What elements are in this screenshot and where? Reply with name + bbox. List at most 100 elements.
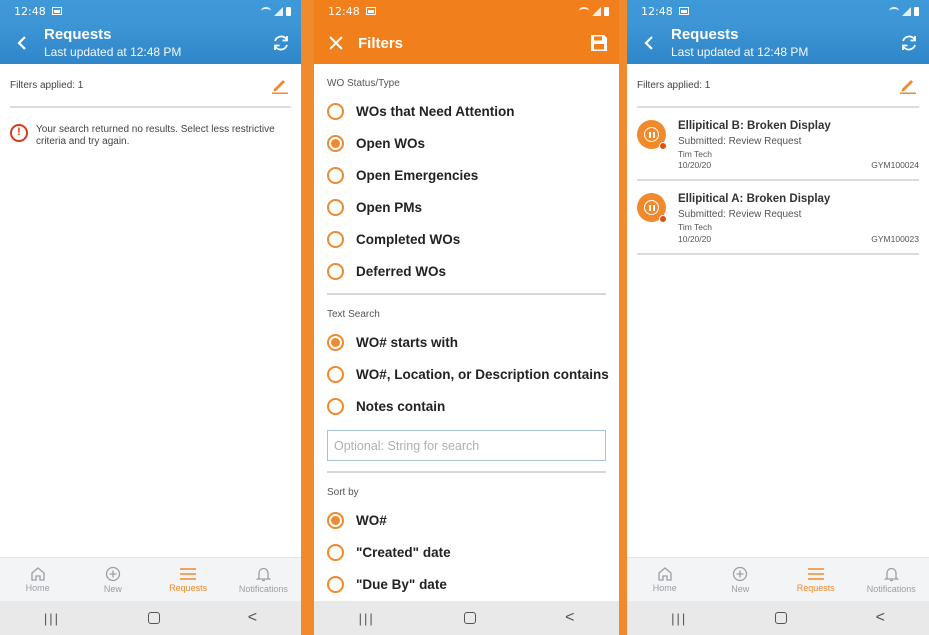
radio-label: Open Emergencies bbox=[356, 167, 479, 183]
system-nav-bar: ||| < bbox=[314, 601, 619, 635]
radio-notes-contain[interactable]: Notes contain bbox=[314, 390, 619, 422]
image-notification-icon bbox=[51, 7, 62, 15]
radio-button bbox=[327, 166, 344, 184]
paused-status-icon bbox=[637, 120, 667, 150]
radio-deferred-wos[interactable]: Deferred WOs bbox=[314, 255, 619, 287]
radio-sort-wo[interactable]: WO# bbox=[314, 504, 619, 536]
radio-label: WOs that Need Attention bbox=[356, 103, 515, 119]
request-id: GYM100023 bbox=[871, 233, 919, 244]
back-arrow-icon[interactable] bbox=[0, 22, 44, 64]
back-arrow-icon[interactable] bbox=[627, 22, 671, 64]
request-title: Ellipitical A: Broken Display bbox=[678, 193, 831, 206]
back-button[interactable]: < bbox=[876, 609, 885, 627]
edit-filters-icon[interactable] bbox=[269, 74, 291, 96]
refresh-icon[interactable] bbox=[889, 22, 929, 64]
nav-new[interactable]: New bbox=[703, 558, 779, 601]
app-bar: Filters bbox=[314, 22, 619, 64]
nav-home[interactable]: Home bbox=[627, 558, 703, 601]
radio-open-emergencies[interactable]: Open Emergencies bbox=[314, 159, 619, 191]
radio-button bbox=[327, 365, 344, 383]
home-icon bbox=[658, 567, 672, 581]
radio-label: Notes contain bbox=[356, 398, 446, 414]
back-button[interactable]: < bbox=[565, 609, 574, 627]
orange-header: 12:48 Filters bbox=[314, 0, 619, 64]
filters-applied-row: Filters applied: 1 bbox=[0, 64, 301, 106]
status-time: 12:48 bbox=[641, 4, 673, 18]
nav-requests-label: Requests bbox=[796, 582, 835, 593]
request-technician: Tim Tech bbox=[678, 148, 713, 159]
back-button[interactable]: < bbox=[248, 609, 257, 627]
edit-filters-icon[interactable] bbox=[897, 74, 919, 96]
section-label-text-search: Text Search bbox=[327, 309, 380, 320]
radio-sort-created[interactable]: "Created" date bbox=[314, 536, 619, 568]
request-status: Submitted: Review Request bbox=[678, 209, 802, 221]
home-button[interactable] bbox=[147, 612, 160, 624]
search-input[interactable] bbox=[334, 438, 599, 453]
wifi-icon bbox=[579, 7, 589, 15]
app-bar: Requests Last updated at 12:48 PM bbox=[627, 22, 929, 64]
nav-new-label: New bbox=[103, 583, 122, 594]
radio-button bbox=[327, 543, 344, 561]
last-updated: Last updated at 12:48 PM bbox=[44, 44, 182, 59]
radio-wo-starts-with[interactable]: WO# starts with bbox=[314, 326, 619, 358]
radio-button-selected bbox=[327, 511, 344, 529]
filters-applied-text: Filters applied: 1 bbox=[637, 79, 711, 91]
home-button[interactable] bbox=[775, 612, 788, 624]
nav-requests[interactable]: Requests bbox=[151, 558, 226, 601]
app-bar: Requests Last updated at 12:48 PM bbox=[0, 22, 301, 64]
search-field[interactable] bbox=[327, 430, 606, 461]
add-circle-icon bbox=[733, 566, 748, 581]
status-time: 12:48 bbox=[328, 4, 360, 18]
radio-label: WO# bbox=[356, 512, 387, 528]
last-updated: Last updated at 12:48 PM bbox=[671, 44, 809, 59]
request-item[interactable]: Ellipitical B: Broken Display Submitted:… bbox=[637, 108, 919, 182]
refresh-icon[interactable] bbox=[261, 22, 301, 64]
radio-button bbox=[327, 575, 344, 593]
signal-icon bbox=[902, 6, 911, 16]
recents-button[interactable]: ||| bbox=[44, 611, 60, 626]
request-item[interactable]: Ellipitical A: Broken Display Submitted:… bbox=[637, 181, 919, 255]
nav-new[interactable]: New bbox=[75, 558, 150, 601]
list-icon bbox=[180, 567, 197, 580]
home-icon bbox=[30, 567, 45, 581]
section-label-sort-by: Sort by bbox=[327, 487, 359, 498]
radio-open-pms[interactable]: Open PMs bbox=[314, 191, 619, 223]
radio-button bbox=[327, 102, 344, 120]
nav-home[interactable]: Home bbox=[0, 558, 75, 601]
radio-label: Deferred WOs bbox=[356, 263, 447, 279]
save-icon[interactable] bbox=[579, 34, 619, 52]
nav-notifications-label: Notifications bbox=[866, 583, 916, 594]
radio-button bbox=[327, 397, 344, 415]
radio-wo-location-description[interactable]: WO#, Location, or Description contains bbox=[314, 358, 619, 390]
radio-button-selected bbox=[327, 333, 344, 351]
status-bar: 12:48 bbox=[314, 0, 619, 22]
recents-button[interactable]: ||| bbox=[671, 611, 687, 626]
signal-icon bbox=[592, 6, 601, 16]
requests-screen-results: 12:48 Requests Last updated at 12:48 PM … bbox=[627, 0, 929, 635]
nav-home-label: Home bbox=[652, 583, 677, 593]
nav-new-label: New bbox=[731, 583, 750, 594]
no-results-text: Your search returned no results. Select … bbox=[36, 124, 275, 147]
nav-requests[interactable]: Requests bbox=[778, 558, 854, 601]
radio-open-wos[interactable]: Open WOs bbox=[314, 127, 619, 159]
nav-requests-label: Requests bbox=[169, 582, 208, 593]
radio-label: "Due By" date bbox=[356, 576, 447, 592]
radio-sort-due-by[interactable]: "Due By" date bbox=[314, 568, 619, 600]
wifi-icon bbox=[261, 7, 271, 15]
filters-screen: 12:48 Filters WO Status/Type WOs that Ne… bbox=[314, 0, 619, 635]
radio-needs-attention[interactable]: WOs that Need Attention bbox=[314, 95, 619, 127]
status-bar: 12:48 bbox=[0, 0, 301, 22]
nav-notifications[interactable]: Notifications bbox=[226, 558, 301, 601]
radio-completed-wos[interactable]: Completed WOs bbox=[314, 223, 619, 255]
filters-applied-row: Filters applied: 1 bbox=[627, 64, 929, 106]
page-title: Filters bbox=[358, 34, 404, 52]
radio-button-selected bbox=[327, 134, 344, 152]
image-notification-icon bbox=[678, 7, 689, 15]
close-icon[interactable] bbox=[314, 36, 358, 50]
recents-button[interactable]: ||| bbox=[359, 611, 375, 626]
nav-notifications[interactable]: Notifications bbox=[854, 558, 929, 601]
radio-label: Completed WOs bbox=[356, 231, 461, 247]
home-button[interactable] bbox=[463, 612, 476, 624]
paused-status-icon bbox=[637, 193, 667, 224]
error-icon: ! bbox=[10, 124, 28, 142]
